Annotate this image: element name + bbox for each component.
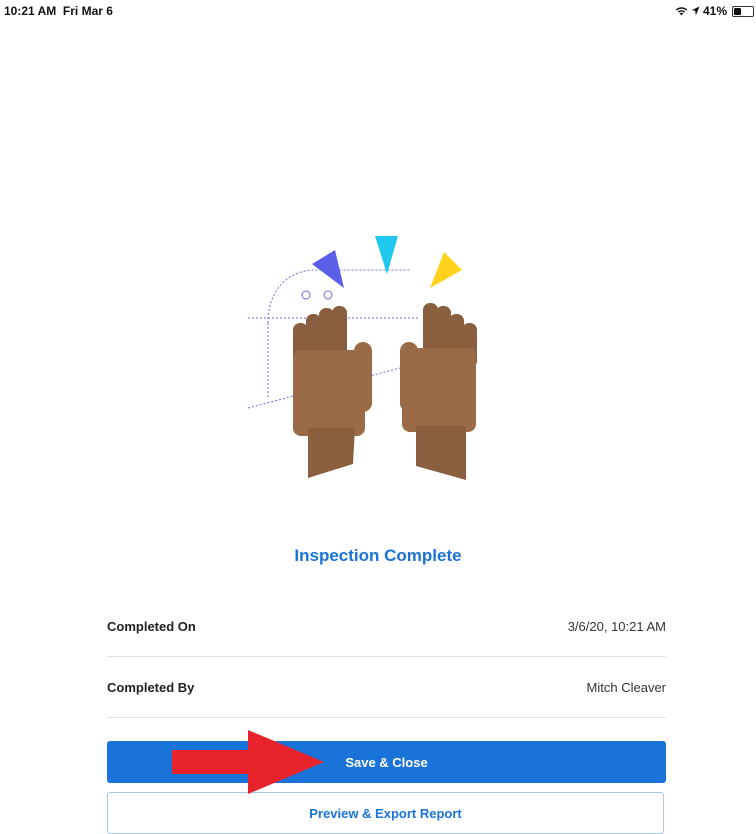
- preview-export-report-button[interactable]: Preview & Export Report: [107, 792, 664, 834]
- left-hand: [293, 306, 372, 478]
- completed-on-label: Completed On: [107, 618, 196, 634]
- battery-icon: [732, 5, 754, 17]
- wifi-icon: [675, 7, 688, 16]
- completed-by-row: Completed By Mitch Cleaver: [107, 657, 666, 718]
- completed-on-value: 3/6/20, 10:21 AM: [567, 618, 666, 634]
- confetti-cyan-triangle: [375, 236, 398, 274]
- completed-by-value: Mitch Cleaver: [586, 679, 666, 695]
- status-time: 10:21 AM Fri Mar 6: [4, 4, 113, 18]
- location-arrow-icon: [691, 6, 700, 16]
- status-bar: 10:21 AM Fri Mar 6 41%: [0, 0, 756, 26]
- completed-by-label: Completed By: [107, 679, 195, 695]
- dot-decoration: [301, 290, 311, 300]
- status-clock: 10:21 AM: [4, 4, 57, 18]
- battery-fill: [734, 7, 741, 15]
- status-date: Fri Mar 6: [62, 4, 113, 18]
- dot-decoration: [323, 290, 333, 300]
- confetti-purple-triangle: [312, 250, 344, 288]
- completion-details: Completed On 3/6/20, 10:21 AM Completed …: [107, 596, 666, 718]
- status-indicators: 41%: [675, 4, 754, 18]
- battery-percent: 41%: [702, 4, 727, 18]
- high-five-illustration: [247, 236, 477, 480]
- confetti-yellow-triangle: [430, 252, 462, 288]
- page-title: Inspection Complete: [294, 546, 462, 565]
- completed-on-row: Completed On 3/6/20, 10:21 AM: [107, 596, 666, 657]
- right-hand: [400, 303, 477, 480]
- red-arrow-annotation: [172, 730, 324, 794]
